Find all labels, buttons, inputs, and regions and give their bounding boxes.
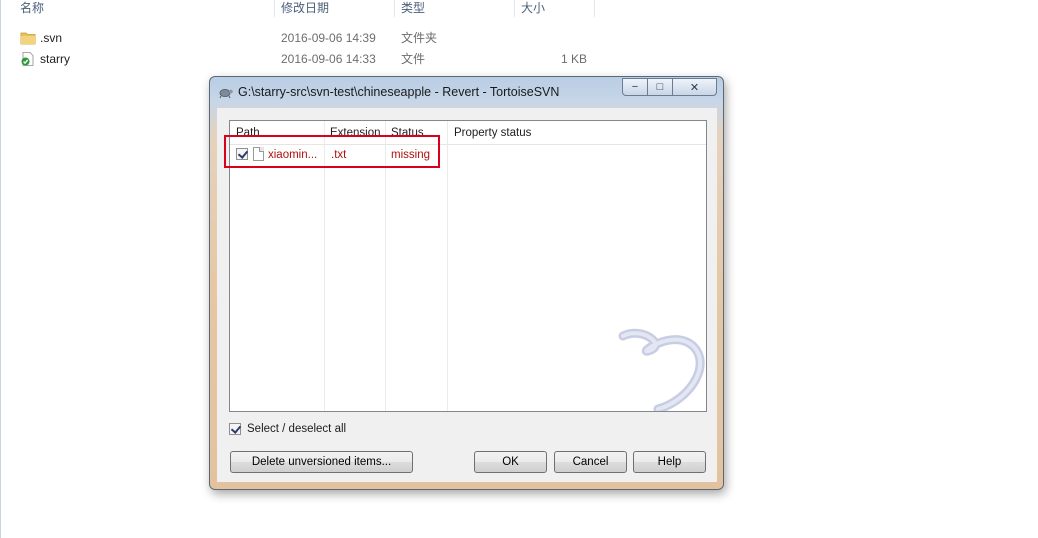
column-separator[interactable] — [514, 0, 515, 17]
file-row[interactable]: starry 2016-09-06 14:33 文件 1 KB — [0, 49, 620, 69]
file-type: 文件夹 — [401, 31, 438, 45]
column-header-name[interactable]: 名称 — [20, 0, 44, 17]
column-separator[interactable] — [274, 0, 275, 17]
highlight-annotation-box — [224, 135, 440, 168]
file-size: 1 KB — [560, 52, 587, 66]
select-all-label[interactable]: Select / deselect all — [247, 423, 346, 435]
file-type: 文件 — [401, 52, 426, 66]
column-header-size[interactable]: 大小 — [521, 0, 545, 17]
minimize-button[interactable]: − — [622, 78, 648, 96]
file-date: 2016-09-06 14:33 — [281, 52, 376, 66]
dialog-titlebar[interactable]: G:\starry-src\svn-test\chineseapple - Re… — [210, 77, 723, 107]
svn-normal-file-icon — [21, 52, 34, 66]
cancel-button[interactable]: Cancel — [554, 451, 627, 473]
revert-watermark-icon — [618, 328, 705, 411]
column-separator[interactable] — [394, 0, 395, 17]
help-button[interactable]: Help — [633, 451, 706, 473]
file-row[interactable]: .svn 2016-09-06 14:39 文件夹 — [0, 28, 620, 48]
ok-button[interactable]: OK — [474, 451, 547, 473]
explorer-left-border — [0, 0, 1, 538]
select-all-checkbox[interactable] — [229, 423, 241, 435]
window-controls: − □ ✕ — [622, 78, 717, 97]
file-name: .svn — [40, 31, 63, 45]
dialog-title: G:\starry-src\svn-test\chineseapple - Re… — [238, 85, 560, 99]
list-header-property-status[interactable]: Property status — [454, 127, 531, 139]
close-button[interactable]: ✕ — [673, 78, 717, 96]
folder-icon — [20, 32, 36, 45]
file-name: starry — [40, 52, 70, 66]
maximize-button[interactable]: □ — [648, 78, 673, 96]
file-date: 2016-09-06 14:39 — [281, 31, 376, 45]
column-header-type[interactable]: 类型 — [401, 0, 425, 17]
column-separator[interactable] — [594, 0, 595, 17]
tortoise-icon — [219, 89, 233, 99]
delete-unversioned-button[interactable]: Delete unversioned items... — [230, 451, 413, 473]
column-header-date[interactable]: 修改日期 — [281, 0, 329, 17]
